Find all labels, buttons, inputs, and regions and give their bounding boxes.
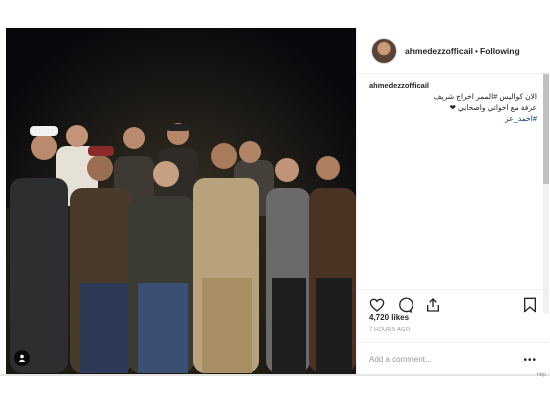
user-tag-icon[interactable] <box>14 350 30 366</box>
bookmark-icon[interactable] <box>523 297 537 313</box>
group-photo-illustration <box>6 28 356 374</box>
instagram-post: ahmedezzofficail • Following ahmedezzoff… <box>6 28 549 374</box>
comment-input[interactable]: Add a comment... <box>369 355 432 364</box>
share-icon[interactable] <box>425 297 441 313</box>
heart-icon[interactable] <box>369 297 385 313</box>
post-photo[interactable] <box>6 28 356 374</box>
add-comment-bar: Add a comment... ••• <box>357 342 549 375</box>
person-front-5 <box>266 158 310 373</box>
post-sidebar: ahmedezzofficail • Following ahmedezzoff… <box>356 28 549 374</box>
caption-line-1: الان كواليس #الممر اخراج شريف <box>433 92 537 101</box>
scrollbar-thumb[interactable] <box>543 74 549 184</box>
comment-icon[interactable] <box>397 297 414 313</box>
following-button[interactable]: Following <box>480 46 520 56</box>
post-timestamp: 7 HOURS AGO <box>369 327 411 333</box>
header-username[interactable]: ahmedezzofficail <box>405 46 473 56</box>
bottom-divider <box>0 374 550 376</box>
caption-hashtag[interactable]: #احمد_عز <box>369 113 537 124</box>
caption-username[interactable]: ahmedezzofficail <box>369 80 537 91</box>
header-separator: • <box>475 45 479 56</box>
caption-line-2: عرفة مع اخواتي واصحابي ❤ <box>449 103 537 112</box>
likes-count[interactable]: 4,720 likes <box>369 313 409 322</box>
comments-scrollbar[interactable] <box>543 74 549 314</box>
corner-link-text: http <box>536 372 546 378</box>
more-options-icon[interactable]: ••• <box>523 355 537 366</box>
post-header: ahmedezzofficail • Following <box>357 28 549 74</box>
comments-area: ahmedezzofficail الان كواليس #الممر اخرا… <box>357 74 543 289</box>
avatar[interactable] <box>371 37 397 64</box>
